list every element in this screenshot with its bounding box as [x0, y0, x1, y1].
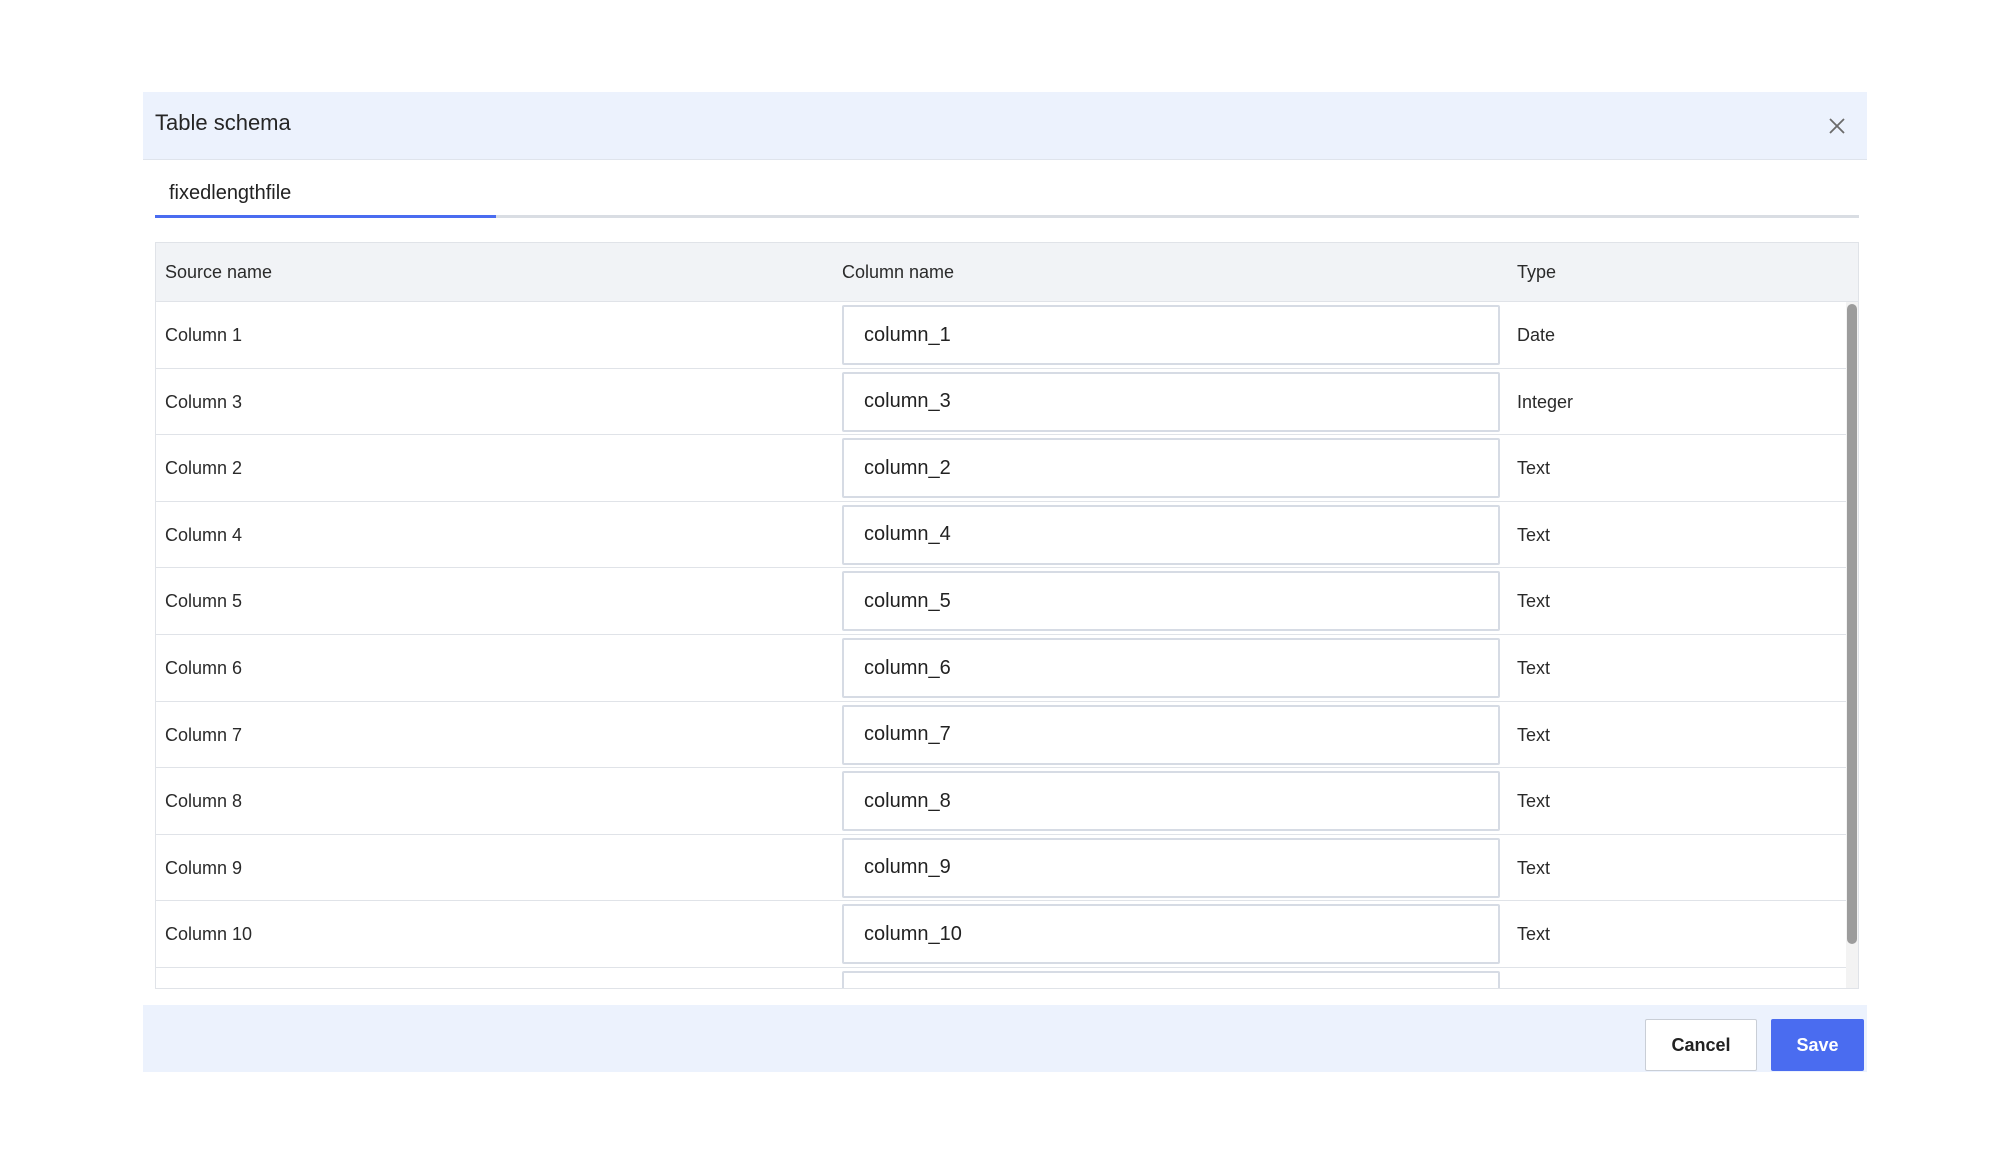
source-name-cell: Column 2	[165, 458, 243, 479]
type-cell: Text	[1517, 924, 1551, 945]
source-name-cell: Column 8	[165, 791, 243, 812]
table-row: Column 9 Text	[156, 835, 1846, 902]
table-schema-dialog: Table schema fixedlengthfile Source name…	[143, 92, 1867, 1072]
table-row: Column 1 Date	[156, 302, 1846, 369]
tab-fixedlengthfile[interactable]: fixedlengthfile	[155, 182, 496, 218]
table-header: Source name Column name Type	[156, 243, 1858, 302]
source-name-cell: Column 4	[165, 524, 243, 545]
type-cell: Text	[1517, 791, 1551, 812]
source-name-cell: Column 10	[165, 924, 253, 945]
type-cell: Text	[1517, 724, 1551, 745]
table-row	[156, 968, 1846, 988]
close-button[interactable]	[1821, 110, 1853, 142]
cancel-button[interactable]: Cancel	[1645, 1019, 1757, 1071]
table-scrollbar[interactable]	[1846, 302, 1858, 988]
table-row: Column 7 Text	[156, 702, 1846, 769]
save-button[interactable]: Save	[1771, 1019, 1864, 1071]
tab-bar: fixedlengthfile	[155, 182, 1859, 218]
type-cell: Integer	[1517, 391, 1574, 412]
scrollbar-thumb[interactable]	[1847, 304, 1857, 944]
header-column-name: Column name	[842, 262, 955, 282]
column-name-input[interactable]	[842, 305, 1500, 365]
header-type: Type	[1517, 262, 1557, 282]
column-name-input[interactable]	[842, 704, 1500, 765]
type-cell: Text	[1517, 524, 1551, 545]
table-row: Column 3 Integer	[156, 369, 1846, 436]
dialog-header: Table schema	[143, 92, 1867, 160]
table-row: Column 6 Text	[156, 635, 1846, 702]
source-name-cell: Column 9	[165, 857, 243, 878]
table-row: Column 5 Text	[156, 568, 1846, 635]
type-cell: Text	[1517, 591, 1551, 612]
source-name-cell: Column 5	[165, 591, 243, 612]
type-cell: Text	[1517, 857, 1551, 878]
type-cell: Date	[1517, 325, 1556, 345]
source-name-cell: Column 1	[165, 325, 243, 345]
dialog-footer: Cancel Save	[143, 1005, 1867, 1072]
table-body: Column 1 Date Column 3 Integer Column 2 …	[156, 302, 1846, 988]
header-source-name: Source name	[165, 262, 273, 282]
source-name-cell: Column 6	[165, 658, 243, 678]
type-cell: Text	[1517, 458, 1551, 479]
column-name-input[interactable]	[842, 771, 1500, 832]
type-cell: Text	[1517, 658, 1551, 678]
table-row: Column 4 Text	[156, 502, 1846, 569]
column-name-input[interactable]	[842, 638, 1500, 698]
table-row: Column 2 Text	[156, 435, 1846, 502]
schema-table: Source name Column name Type Column 1 Da…	[155, 242, 1859, 989]
column-name-input[interactable]	[842, 904, 1500, 965]
table-row: Column 8 Text	[156, 768, 1846, 835]
table-row: Column 10 Text	[156, 901, 1846, 968]
close-icon	[1829, 118, 1845, 134]
column-name-input[interactable]	[842, 971, 1500, 988]
column-name-input[interactable]	[842, 504, 1500, 565]
dialog-title: Table schema	[155, 110, 291, 135]
column-name-input[interactable]	[842, 837, 1500, 898]
column-name-input[interactable]	[842, 438, 1500, 499]
column-name-input[interactable]	[842, 371, 1500, 432]
source-name-cell: Column 7	[165, 724, 243, 745]
source-name-cell: Column 3	[165, 391, 243, 412]
column-name-input[interactable]	[842, 571, 1500, 632]
